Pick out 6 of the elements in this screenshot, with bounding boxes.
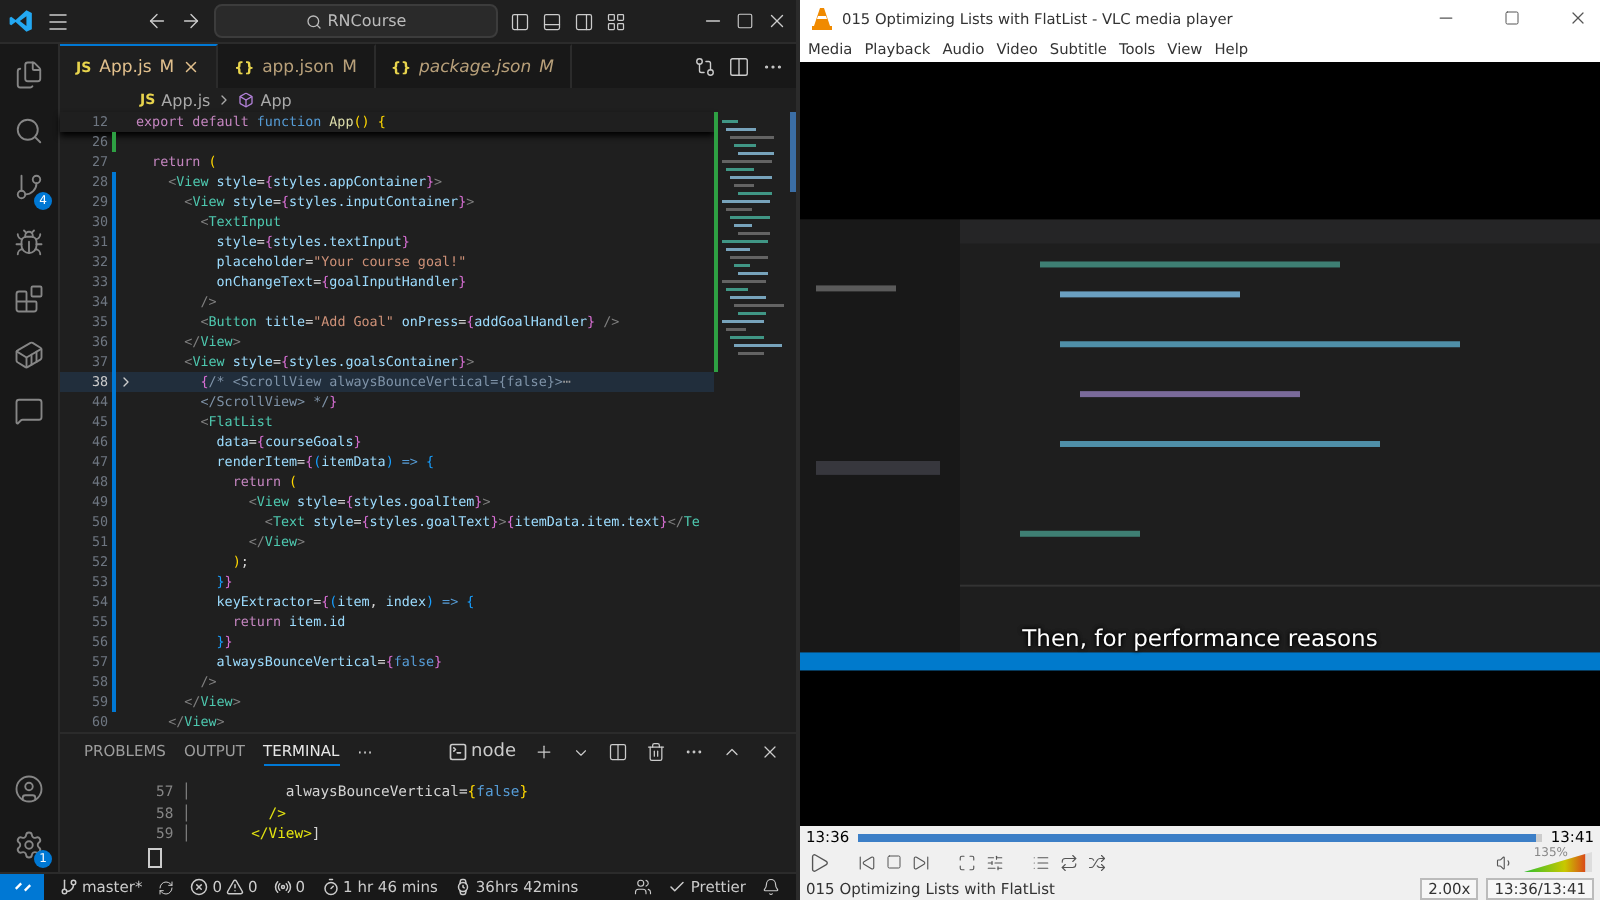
breadcrumb-item[interactable]: App.js (161, 91, 211, 109)
terminal-selector[interactable]: node (447, 742, 516, 762)
subtitle: Then, for performance reasons (1022, 624, 1378, 652)
more-tabs-button[interactable]: ··· (357, 743, 373, 761)
command-center-search[interactable]: RNCourse (214, 4, 498, 38)
breadcrumb-item[interactable]: App (260, 91, 292, 109)
